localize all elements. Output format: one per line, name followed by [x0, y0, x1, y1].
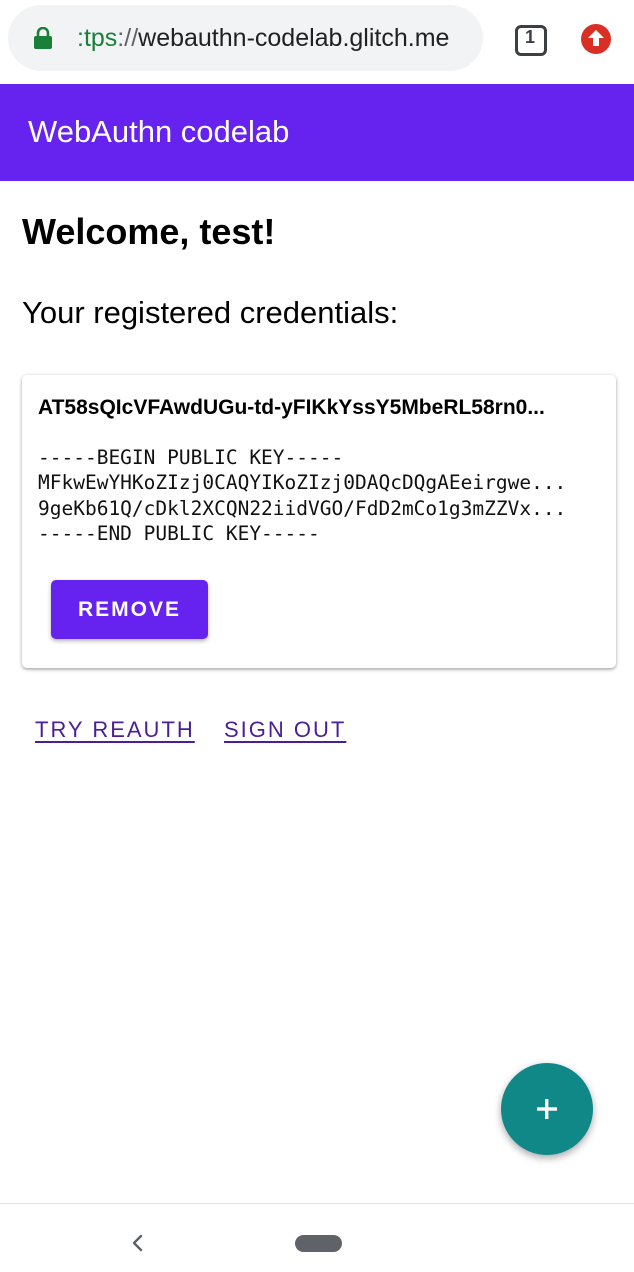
- update-available-icon: [581, 24, 611, 54]
- back-icon[interactable]: [128, 1231, 148, 1255]
- address-bar[interactable]: :tps://webauthn-codelab.glitch.me: [8, 5, 483, 71]
- url-scheme: :tps: [77, 24, 118, 52]
- credential-card: AT58sQIcVFAwdUGu-td-yFIKkYssY5MbeRL58rn0…: [22, 375, 616, 668]
- public-key-line: -----END PUBLIC KEY-----: [38, 521, 320, 545]
- screen: :tps://webauthn-codelab.glitch.me 1 WebA…: [0, 0, 634, 1272]
- public-key-block: -----BEGIN PUBLIC KEY----- MFkwEwYHKoZIz…: [38, 445, 594, 546]
- update-button[interactable]: [580, 23, 612, 55]
- browser-toolbar: :tps://webauthn-codelab.glitch.me 1: [0, 0, 634, 84]
- tab-count: 1: [524, 27, 535, 47]
- home-pill-icon[interactable]: [295, 1235, 342, 1252]
- credential-id: AT58sQIcVFAwdUGu-td-yFIKkYssY5MbeRL58rn0…: [38, 396, 545, 419]
- remove-button[interactable]: REMOVE: [51, 580, 208, 639]
- public-key-line: MFkwEwYHKoZIzj0CAQYIKoZIzj0DAQcDQgAEeirg…: [38, 471, 567, 495]
- system-nav-bar: [0, 1203, 634, 1272]
- tab-switcher-button[interactable]: 1: [513, 23, 547, 56]
- plus-icon: [537, 1099, 557, 1119]
- public-key-line: 9geKb61Q/cDkl2XCQN22iidVGO/FdD2mCo1g3mZZ…: [38, 496, 567, 520]
- sign-out-link[interactable]: SIGN OUT: [224, 715, 346, 745]
- credentials-heading: Your registered credentials:: [22, 295, 399, 330]
- url-host: webauthn-codelab.glitch.me: [138, 24, 450, 52]
- url-separator: ://: [117, 24, 139, 52]
- public-key-line: -----BEGIN PUBLIC KEY-----: [38, 446, 344, 469]
- try-reauth-link[interactable]: TRY REAUTH: [35, 715, 195, 745]
- url-text[interactable]: :tps://webauthn-codelab.glitch.me: [77, 22, 449, 54]
- add-credential-button[interactable]: [501, 1063, 593, 1155]
- app-title: WebAuthn codelab: [28, 114, 290, 149]
- lock-icon[interactable]: [34, 26, 52, 49]
- app-bar: WebAuthn codelab: [0, 84, 634, 181]
- welcome-heading: Welcome, test!: [22, 211, 276, 252]
